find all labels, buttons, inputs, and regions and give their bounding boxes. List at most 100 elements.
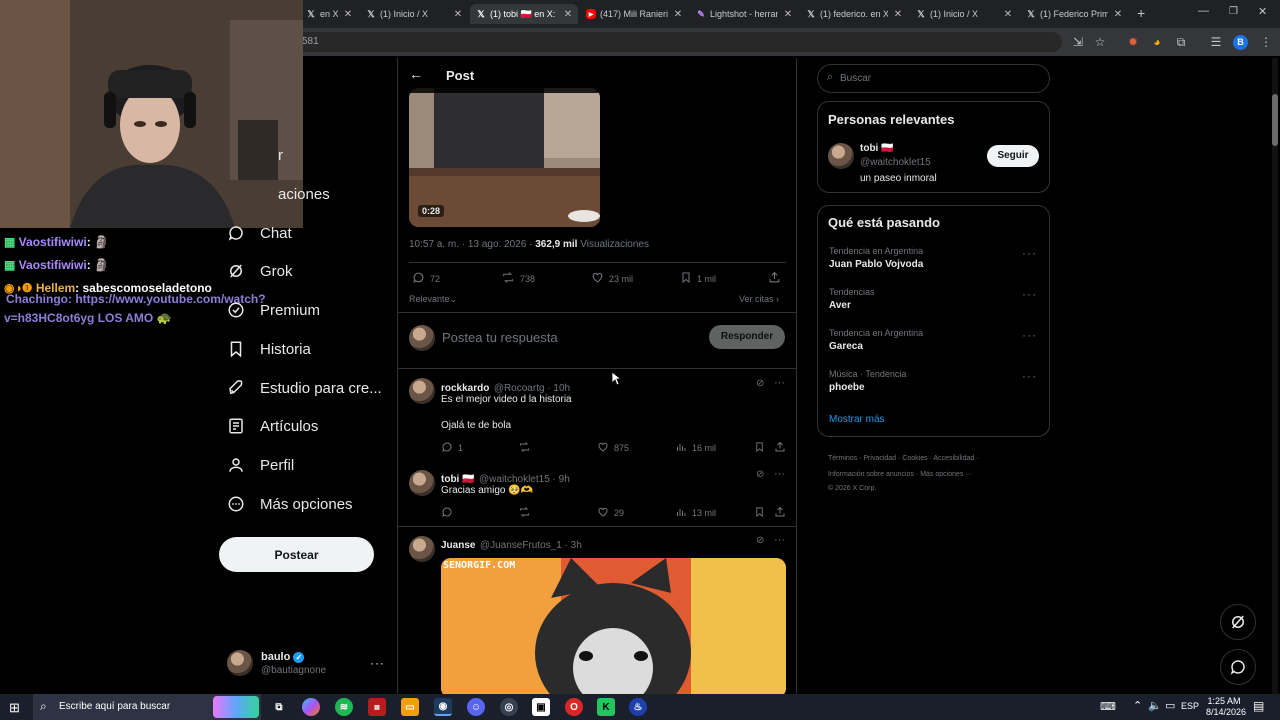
- browser-tab[interactable]: ✎ Lightshot - herram ✕: [690, 4, 798, 24]
- post-button[interactable]: Postear: [219, 537, 374, 572]
- reply-button[interactable]: Responder: [709, 325, 785, 349]
- account-avatar[interactable]: [227, 650, 253, 676]
- share-icon[interactable]: [774, 441, 786, 453]
- clock[interactable]: 1:25 AM 8/14/2026: [1206, 696, 1246, 718]
- close-tab-icon[interactable]: ✕: [782, 9, 794, 20]
- task-view-icon[interactable]: ⧉: [270, 698, 288, 716]
- discord-icon[interactable]: ☺: [467, 698, 485, 716]
- sidebar-item-profile[interactable]: Perfil: [226, 450, 294, 480]
- close-tab-icon[interactable]: ✕: [672, 9, 684, 20]
- notifications-icon[interactable]: ▤: [1253, 699, 1264, 713]
- close-tab-icon[interactable]: ✕: [562, 9, 574, 20]
- extensions-puzzle-icon[interactable]: ⧉: [1173, 34, 1189, 50]
- footer-links[interactable]: Términos · Privacidad · Cookies · Accesi…: [828, 451, 979, 495]
- follow-button[interactable]: Seguir: [987, 145, 1039, 167]
- like-action[interactable]: 23 mil: [591, 271, 633, 286]
- more-icon[interactable]: ···: [1022, 246, 1037, 260]
- menu-kebab-icon[interactable]: ⋮: [1258, 34, 1274, 50]
- browser-tab-active[interactable]: 𝕏 (1) tobi 🇵🇱 en X: " ✕: [470, 4, 578, 24]
- sidebar-item-bookmarks[interactable]: Historia: [226, 334, 311, 364]
- close-tab-icon[interactable]: ✕: [342, 9, 354, 20]
- profile-avatar[interactable]: B: [1233, 35, 1248, 50]
- back-arrow-icon[interactable]: ←: [409, 66, 423, 82]
- show-more-link[interactable]: Mostrar más: [829, 414, 885, 425]
- language-indicator[interactable]: ESP: [1181, 701, 1199, 711]
- views-action[interactable]: 13 mil: [675, 506, 716, 520]
- app-icon[interactable]: ▣: [532, 698, 550, 716]
- install-app-icon[interactable]: ⇲: [1070, 34, 1086, 50]
- extension-icon[interactable]: ✹: [1125, 34, 1141, 50]
- more-icon[interactable]: ···: [774, 377, 785, 389]
- repost-action[interactable]: 738: [501, 271, 535, 286]
- sidebar-item-notifications[interactable]: aciones: [278, 179, 330, 209]
- address-bar[interactable]: 581: [292, 32, 1062, 52]
- more-icon[interactable]: ···: [774, 534, 785, 546]
- close-tab-icon[interactable]: ✕: [1002, 9, 1014, 20]
- sidebar-item-grok[interactable]: Grok: [226, 256, 293, 286]
- browser-tab[interactable]: 𝕏en X ✕: [300, 4, 358, 24]
- close-window-button[interactable]: ✕: [1258, 5, 1267, 18]
- extension-icon[interactable]: ◕: [1149, 34, 1165, 50]
- sidebar-item-articles[interactable]: Artículos: [226, 411, 318, 441]
- sidebar-item-more[interactable]: Más opciones: [226, 489, 353, 519]
- app-icon[interactable]: ▤: [368, 698, 386, 716]
- grok-explain-icon[interactable]: ⊘: [756, 469, 764, 480]
- reply-action[interactable]: [441, 506, 453, 520]
- close-tab-icon[interactable]: ✕: [452, 9, 464, 20]
- keyboard-icon[interactable]: ⌨: [1100, 700, 1116, 713]
- bookmark-action[interactable]: 1 mil: [680, 271, 716, 286]
- views-action[interactable]: 16 mil: [675, 441, 716, 455]
- post-video[interactable]: 0:28: [409, 88, 600, 227]
- close-tab-icon[interactable]: ✕: [1112, 9, 1124, 20]
- browser-tab[interactable]: 𝕏 (1) Federico Prime ✕: [1020, 4, 1128, 24]
- windows-start-icon[interactable]: ⊞: [9, 700, 20, 716]
- repost-action[interactable]: [518, 441, 531, 455]
- minimize-button[interactable]: —: [1198, 5, 1209, 17]
- close-tab-icon[interactable]: ✕: [892, 9, 904, 20]
- view-quotes-link[interactable]: Ver citas ›: [739, 294, 779, 304]
- like-action[interactable]: 29: [597, 506, 624, 520]
- reply-action[interactable]: 1: [441, 441, 463, 455]
- new-tab-button[interactable]: +: [1137, 5, 1145, 21]
- file-explorer-icon[interactable]: ▭: [401, 698, 419, 716]
- reply-avatar[interactable]: [409, 378, 435, 404]
- messages-floating-button[interactable]: [1220, 649, 1256, 685]
- network-icon[interactable]: ▭: [1165, 699, 1175, 712]
- grok-explain-icon[interactable]: ⊘: [756, 378, 764, 389]
- reply-avatar[interactable]: [409, 470, 435, 496]
- kick-icon[interactable]: K: [597, 698, 615, 716]
- sidebar-item-premium[interactable]: Premium: [226, 295, 320, 325]
- more-icon[interactable]: ···: [1022, 287, 1037, 301]
- grok-floating-button[interactable]: [1220, 604, 1256, 640]
- like-action[interactable]: 875: [597, 441, 629, 455]
- obs-icon[interactable]: ◎: [500, 698, 518, 716]
- account-menu-icon[interactable]: ···: [370, 656, 385, 670]
- volume-icon[interactable]: 🔈: [1148, 699, 1162, 712]
- search-input[interactable]: Buscar: [840, 73, 871, 84]
- browser-tab[interactable]: ▶ (417) Mili Ranieri ✕: [580, 4, 688, 24]
- browser-tab[interactable]: 𝕏 (1) federico. en X ✕: [800, 4, 908, 24]
- spotify-icon[interactable]: ≋: [335, 698, 353, 716]
- star-icon[interactable]: ☆: [1092, 34, 1108, 50]
- media-controls-icon[interactable]: ☰: [1208, 34, 1224, 50]
- grok-explain-icon[interactable]: ⊘: [756, 535, 764, 546]
- scrollbar-thumb[interactable]: [1272, 94, 1278, 146]
- page-scrollbar[interactable]: [1272, 58, 1278, 694]
- more-icon[interactable]: ···: [1022, 328, 1037, 342]
- search-bar[interactable]: ⌕ Buscar: [817, 64, 1050, 93]
- bookmark-icon[interactable]: [754, 441, 765, 453]
- sort-dropdown[interactable]: Relevante⌄: [409, 294, 457, 305]
- chrome-icon[interactable]: ◉: [434, 698, 452, 716]
- account-name[interactable]: baulo ✓: [261, 651, 305, 663]
- browser-tab[interactable]: 𝕏 (1) Inicio / X ✕: [360, 4, 468, 24]
- taskbar-search[interactable]: ⌕ Escribe aquí para buscar: [33, 694, 261, 720]
- browser-tab[interactable]: 𝕏 (1) Inicio / X ✕: [910, 4, 1018, 24]
- sidebar-item-partial[interactable]: r: [278, 140, 283, 170]
- bookmark-icon[interactable]: [754, 506, 765, 518]
- person-name[interactable]: tobi 🇵🇱: [860, 143, 894, 154]
- share-icon[interactable]: [768, 271, 781, 284]
- sidebar-item-chat[interactable]: Chat: [226, 218, 292, 248]
- more-icon[interactable]: ···: [1022, 369, 1037, 383]
- reply-action[interactable]: 72: [412, 271, 440, 286]
- person-avatar[interactable]: [828, 143, 854, 169]
